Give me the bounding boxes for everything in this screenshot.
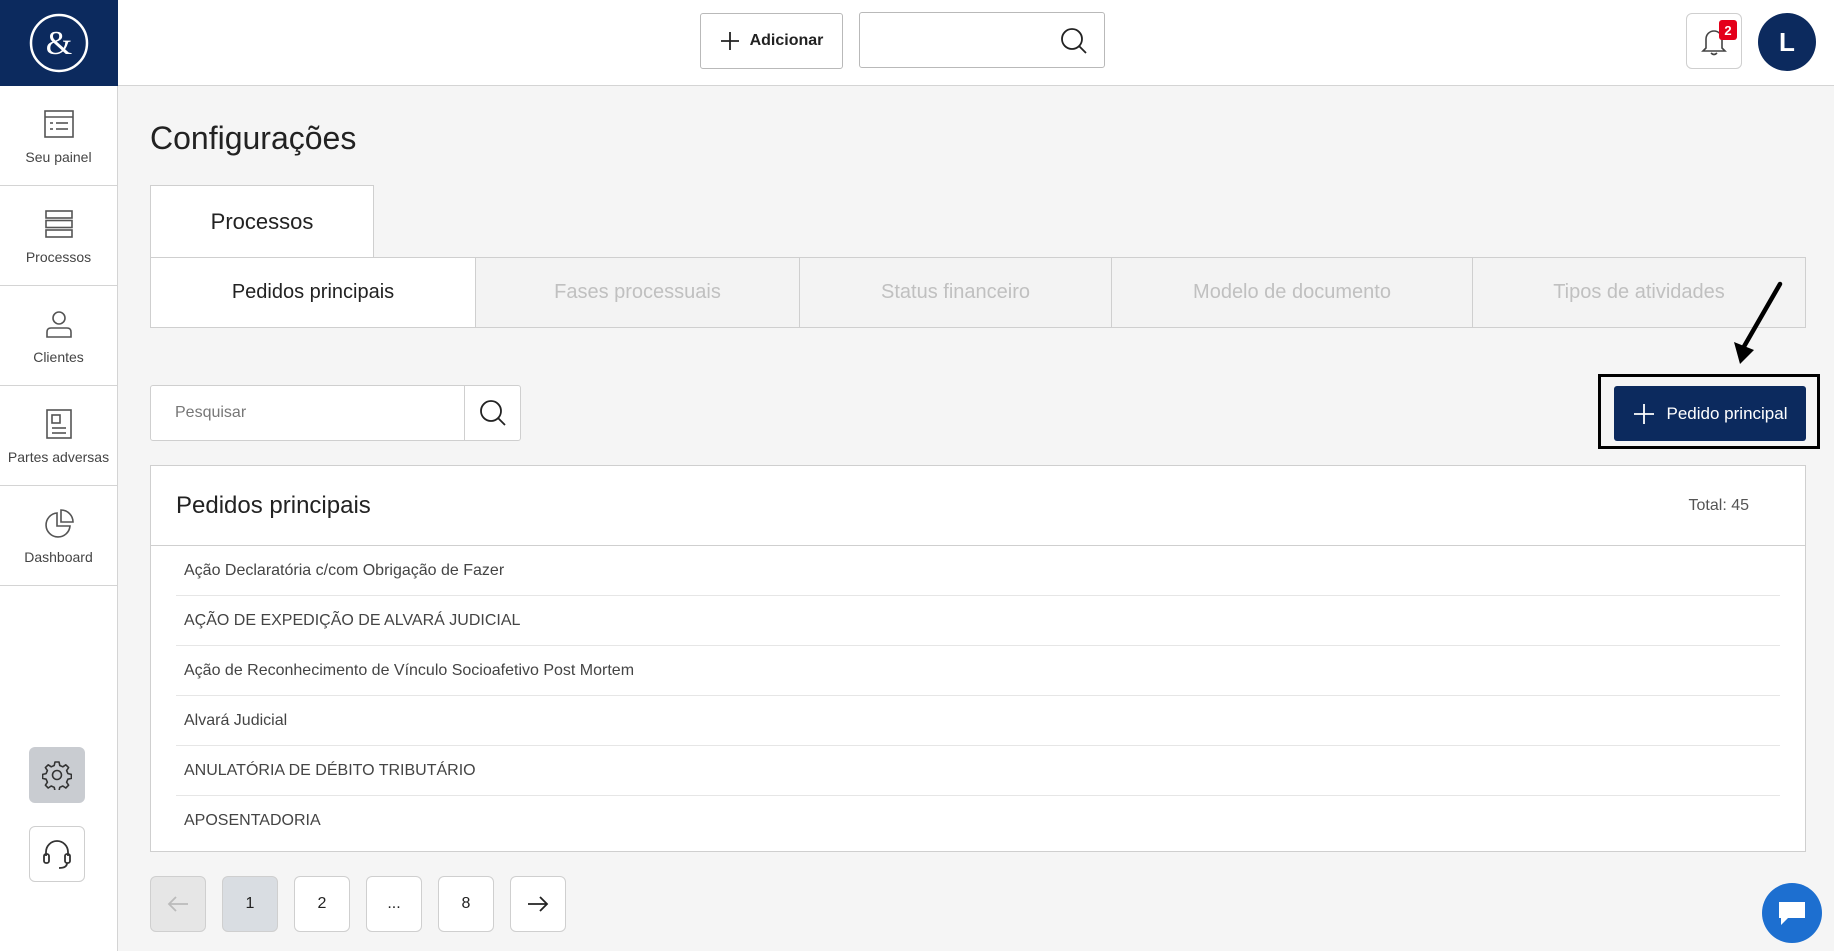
user-icon	[42, 307, 76, 341]
annotation-arrow	[1734, 281, 1783, 364]
list-item[interactable]: AÇÃO DE EXPEDIÇÃO DE ALVARÁ JUDICIAL	[176, 596, 1780, 646]
search-icon[interactable]	[1060, 27, 1088, 55]
avatar[interactable]: L	[1758, 13, 1816, 71]
add-pedido-principal-label: Pedido principal	[1666, 403, 1788, 423]
list-item[interactable]: APOSENTADORIA	[176, 796, 1780, 846]
ampersand-logo-icon: &	[29, 13, 89, 73]
card-title: Pedidos principais	[176, 491, 371, 519]
list-search	[150, 385, 521, 441]
list-item[interactable]: ANULATÓRIA DE DÉBITO TRIBUTÁRIO	[176, 746, 1780, 796]
sidebar-item-partes-adversas[interactable]: Partes adversas	[0, 386, 117, 486]
svg-text:&: &	[46, 25, 72, 62]
sidebar-item-clientes[interactable]: Clientes	[0, 286, 117, 386]
sidebar-item-dashboard[interactable]: Dashboard	[0, 486, 117, 586]
pie-chart-icon	[42, 507, 76, 541]
arrow-left-icon	[167, 896, 188, 912]
search-input[interactable]	[151, 386, 464, 440]
tab-pedidos-principais[interactable]: Pedidos principais	[151, 258, 476, 327]
arrow-right-icon	[528, 896, 549, 912]
sidebar-item-label: Partes adversas	[7, 448, 110, 465]
sidebar-item-label: Seu painel	[25, 148, 92, 165]
search-button[interactable]	[464, 386, 520, 440]
add-button[interactable]: Adicionar	[700, 13, 843, 69]
panel-icon	[42, 107, 76, 141]
total-count: Total: 45	[1688, 496, 1749, 514]
list-item[interactable]: Ação Declaratória c/com Obrigação de Faz…	[176, 546, 1780, 596]
card-header: Pedidos principais Total: 45	[151, 466, 1805, 546]
next-page-button[interactable]	[510, 876, 566, 932]
add-pedido-principal-button[interactable]: Pedido principal	[1614, 386, 1806, 441]
sidebar-item-label: Clientes	[33, 348, 84, 365]
list-item[interactable]: Ação de Reconhecimento de Vínculo Socioa…	[176, 646, 1780, 696]
tab-status-financeiro[interactable]: Status financeiro	[800, 258, 1112, 327]
plus-icon	[720, 32, 739, 50]
sidebar-item-label: Processos	[25, 248, 92, 265]
tab-processos[interactable]: Processos	[150, 185, 374, 257]
subtabs: Pedidos principais Fases processuais Sta…	[150, 257, 1806, 328]
notifications-badge: 2	[1719, 20, 1737, 40]
sidebar: & Seu painel Processos Clientes Partes a…	[0, 0, 118, 951]
gear-icon	[42, 761, 72, 790]
list-item[interactable]: Alvará Judicial	[176, 696, 1780, 746]
notifications-button[interactable]: 2	[1686, 13, 1742, 69]
sidebar-item-seu-painel[interactable]: Seu painel	[0, 86, 117, 186]
headset-icon	[43, 840, 71, 869]
tab-fases-processuais[interactable]: Fases processuais	[476, 258, 800, 327]
list-icon	[42, 207, 76, 241]
tab-modelo-de-documento[interactable]: Modelo de documento	[1112, 258, 1473, 327]
page-ellipsis[interactable]: ...	[366, 876, 422, 932]
page-title: Configurações	[150, 120, 357, 156]
page-8-button[interactable]: 8	[438, 876, 494, 932]
settings-button[interactable]	[29, 747, 85, 803]
plus-icon	[1633, 403, 1654, 424]
chat-button[interactable]	[1762, 883, 1822, 943]
topbar: Adicionar 2 L	[118, 0, 1834, 86]
app-logo[interactable]: &	[0, 0, 118, 86]
prev-page-button[interactable]	[150, 876, 206, 932]
global-search-input[interactable]	[859, 12, 1105, 68]
document-icon	[42, 407, 76, 441]
sidebar-item-processos[interactable]: Processos	[0, 186, 117, 286]
chat-bubble-icon	[1779, 902, 1805, 925]
list-rows: Ação Declaratória c/com Obrigação de Faz…	[151, 546, 1805, 846]
page-1-button[interactable]: 1	[222, 876, 278, 932]
support-button[interactable]	[29, 826, 85, 882]
page-2-button[interactable]: 2	[294, 876, 350, 932]
add-button-label: Adicionar	[749, 32, 824, 49]
search-icon	[479, 400, 506, 426]
pagination: 1 2 ... 8	[150, 876, 566, 932]
sidebar-item-label: Dashboard	[24, 548, 93, 565]
pedidos-list-card: Pedidos principais Total: 45 Ação Declar…	[150, 465, 1806, 852]
